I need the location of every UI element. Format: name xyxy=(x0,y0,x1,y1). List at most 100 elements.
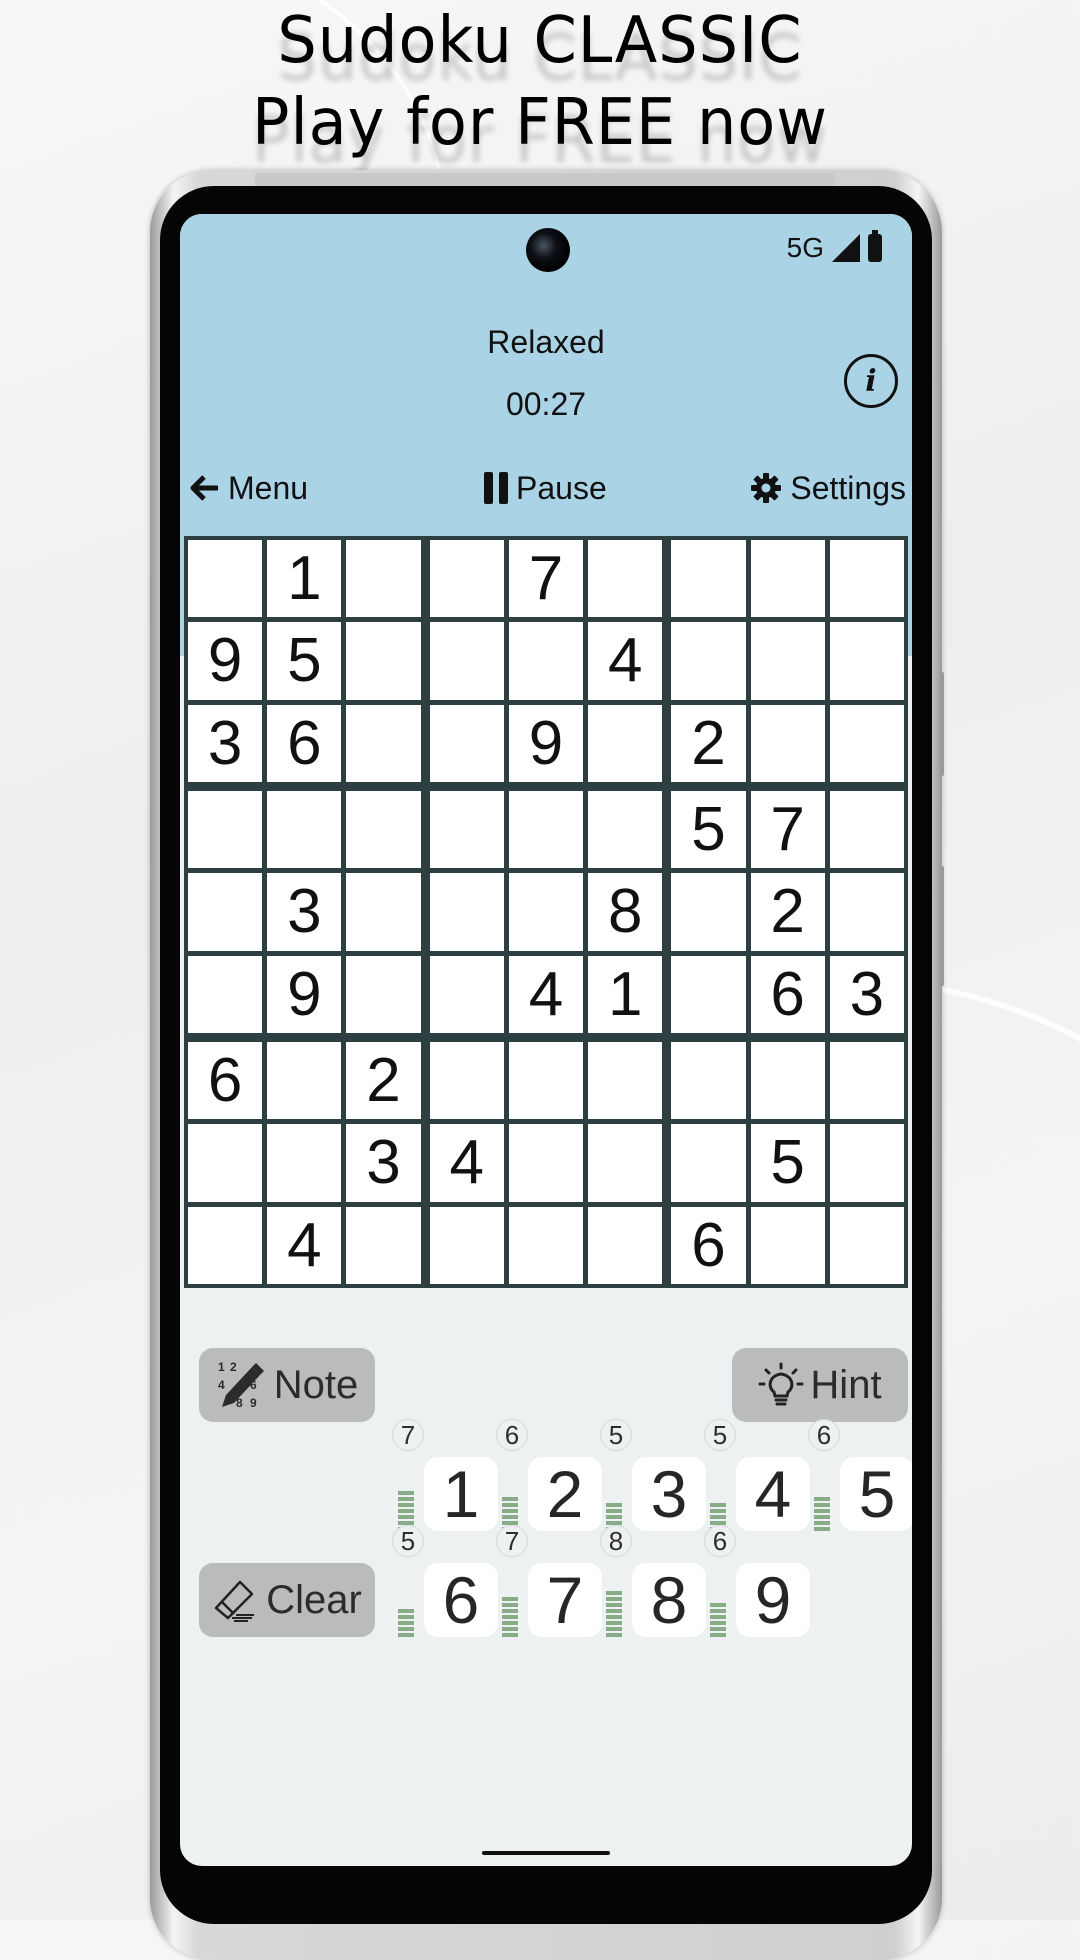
grid-cell[interactable] xyxy=(671,622,746,700)
grid-cell[interactable]: 6 xyxy=(188,1042,263,1120)
grid-cell[interactable] xyxy=(588,1124,663,1202)
grid-cell[interactable] xyxy=(829,1042,904,1120)
grid-cell[interactable]: 4 xyxy=(588,622,663,700)
number-key-2[interactable]: 2 xyxy=(528,1457,602,1531)
grid-cell[interactable] xyxy=(346,1206,421,1284)
remaining-count-bars xyxy=(502,1459,518,1531)
grid-cell[interactable]: 2 xyxy=(346,1042,421,1120)
settings-button[interactable]: Settings xyxy=(750,466,906,510)
grid-cell[interactable] xyxy=(829,1206,904,1284)
grid-cell[interactable] xyxy=(508,1042,584,1120)
grid-cell[interactable]: 4 xyxy=(508,955,584,1033)
number-key-6[interactable]: 6 xyxy=(424,1563,498,1637)
grid-cell[interactable]: 1 xyxy=(588,955,663,1033)
grid-cell[interactable] xyxy=(671,1042,746,1120)
grid-cell[interactable] xyxy=(267,1042,342,1120)
grid-cell[interactable] xyxy=(188,1124,263,1202)
grid-cell[interactable]: 9 xyxy=(267,955,342,1033)
grid-cell[interactable] xyxy=(671,1124,746,1202)
grid-cell[interactable] xyxy=(750,540,825,618)
pause-button[interactable]: Pause xyxy=(484,466,607,510)
note-button[interactable]: 12 46 89 Note xyxy=(199,1348,375,1422)
grid-cell[interactable] xyxy=(588,1206,663,1284)
grid-cell[interactable] xyxy=(829,1124,904,1202)
grid-cell[interactable]: 2 xyxy=(671,704,746,782)
grid-cell[interactable] xyxy=(346,873,421,951)
grid-cell[interactable]: 8 xyxy=(588,873,663,951)
grid-cell[interactable] xyxy=(346,622,421,700)
grid-cell[interactable] xyxy=(346,540,421,618)
grid-cell[interactable]: 4 xyxy=(267,1206,342,1284)
grid-cell[interactable] xyxy=(188,1206,263,1284)
number-key-4[interactable]: 4 xyxy=(736,1457,810,1531)
grid-cell[interactable] xyxy=(346,955,421,1033)
number-key-8[interactable]: 8 xyxy=(632,1563,706,1637)
grid-cell[interactable] xyxy=(750,704,825,782)
grid-cell[interactable]: 9 xyxy=(188,622,263,700)
grid-cell[interactable]: 7 xyxy=(750,791,825,869)
number-key-5[interactable]: 5 xyxy=(840,1457,912,1531)
grid-cell[interactable] xyxy=(508,791,584,869)
info-icon[interactable]: i xyxy=(844,354,898,408)
grid-cell[interactable] xyxy=(588,791,663,869)
grid-cell[interactable]: 5 xyxy=(267,622,342,700)
grid-cell[interactable] xyxy=(267,791,342,869)
home-indicator[interactable] xyxy=(482,1851,610,1855)
grid-cell[interactable] xyxy=(346,704,421,782)
hint-button[interactable]: Hint xyxy=(732,1348,908,1422)
grid-cell[interactable] xyxy=(429,704,504,782)
grid-cell[interactable] xyxy=(346,791,421,869)
grid-cell[interactable] xyxy=(429,873,504,951)
grid-cell[interactable]: 5 xyxy=(671,791,746,869)
grid-cell[interactable] xyxy=(508,873,584,951)
grid-cell[interactable] xyxy=(429,1042,504,1120)
grid-cell[interactable] xyxy=(588,540,663,618)
number-key-9[interactable]: 9 xyxy=(736,1563,810,1637)
grid-cell[interactable] xyxy=(429,791,504,869)
grid-cell[interactable] xyxy=(750,622,825,700)
grid-cell[interactable] xyxy=(267,1124,342,1202)
grid-cell[interactable]: 3 xyxy=(267,873,342,951)
grid-cell[interactable] xyxy=(829,622,904,700)
number-key-1[interactable]: 1 xyxy=(424,1457,498,1531)
grid-cell[interactable]: 6 xyxy=(267,704,342,782)
grid-cell[interactable]: 4 xyxy=(429,1124,504,1202)
grid-cell[interactable]: 7 xyxy=(508,540,584,618)
menu-button[interactable]: Menu xyxy=(190,466,308,510)
grid-cell[interactable]: 5 xyxy=(750,1124,825,1202)
grid-cell[interactable]: 6 xyxy=(750,955,825,1033)
grid-cell[interactable] xyxy=(671,955,746,1033)
grid-cell[interactable] xyxy=(508,1124,584,1202)
grid-cell[interactable]: 9 xyxy=(508,704,584,782)
clear-button[interactable]: Clear xyxy=(199,1563,375,1637)
grid-cell[interactable] xyxy=(429,540,504,618)
remaining-count-badge: 5 xyxy=(704,1419,736,1451)
grid-cell[interactable] xyxy=(188,791,263,869)
grid-cell[interactable] xyxy=(429,1206,504,1284)
grid-cell[interactable] xyxy=(829,791,904,869)
grid-cell[interactable]: 3 xyxy=(829,955,904,1033)
number-key-3[interactable]: 3 xyxy=(632,1457,706,1531)
number-key-7[interactable]: 7 xyxy=(528,1563,602,1637)
grid-cell[interactable] xyxy=(188,955,263,1033)
grid-cell[interactable] xyxy=(588,704,663,782)
grid-cell[interactable] xyxy=(671,873,746,951)
grid-cell[interactable]: 2 xyxy=(750,873,825,951)
grid-cell[interactable] xyxy=(750,1206,825,1284)
grid-cell[interactable] xyxy=(188,873,263,951)
grid-cell[interactable]: 1 xyxy=(267,540,342,618)
grid-cell[interactable] xyxy=(829,540,904,618)
grid-cell[interactable] xyxy=(588,1042,663,1120)
grid-cell[interactable] xyxy=(508,622,584,700)
grid-cell[interactable] xyxy=(429,622,504,700)
grid-cell[interactable]: 3 xyxy=(346,1124,421,1202)
grid-cell[interactable] xyxy=(429,955,504,1033)
grid-cell[interactable] xyxy=(671,540,746,618)
grid-cell[interactable] xyxy=(829,704,904,782)
grid-cell[interactable] xyxy=(508,1206,584,1284)
grid-cell[interactable]: 6 xyxy=(671,1206,746,1284)
grid-cell[interactable] xyxy=(750,1042,825,1120)
grid-cell[interactable]: 3 xyxy=(188,704,263,782)
grid-cell[interactable] xyxy=(829,873,904,951)
grid-cell[interactable] xyxy=(188,540,263,618)
